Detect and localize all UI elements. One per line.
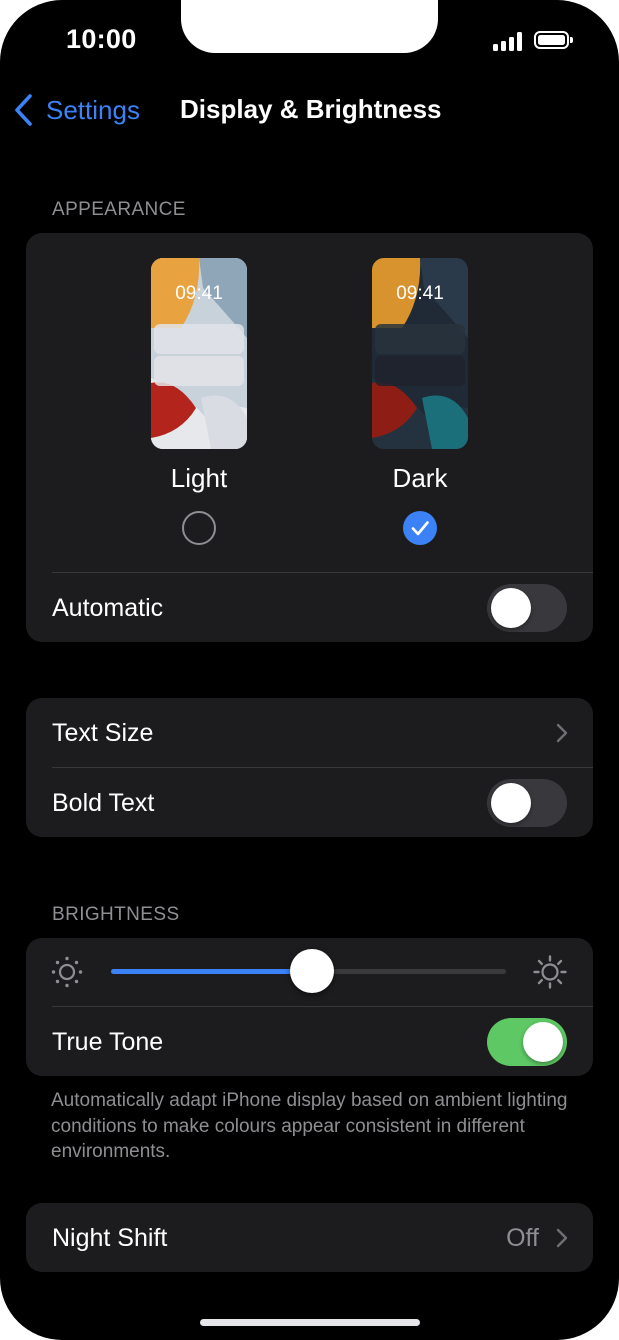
brightness-slider-fill bbox=[111, 969, 313, 974]
automatic-label: Automatic bbox=[52, 594, 164, 622]
status-time: 10:00 bbox=[66, 24, 137, 54]
dark-preview-widget bbox=[375, 356, 465, 386]
automatic-toggle[interactable] bbox=[487, 584, 567, 632]
dark-mode-radio[interactable] bbox=[403, 511, 437, 545]
true-tone-description: Automatically adapt iPhone display based… bbox=[51, 1090, 568, 1162]
dark-mode-label: Dark bbox=[392, 463, 448, 493]
divider bbox=[52, 1006, 593, 1007]
sun-min-icon bbox=[51, 956, 83, 988]
appearance-section-header: APPEARANCE bbox=[52, 199, 186, 220]
sun-max-icon bbox=[533, 955, 567, 989]
true-tone-toggle[interactable] bbox=[487, 1018, 567, 1066]
divider bbox=[52, 767, 593, 768]
light-preview-widget bbox=[154, 324, 244, 354]
battery-icon bbox=[534, 31, 573, 49]
chevron-left-icon bbox=[15, 94, 32, 126]
bold-text-label: Bold Text bbox=[52, 789, 155, 817]
page-title: Display & Brightness bbox=[180, 94, 442, 124]
cellular-signal-icon bbox=[493, 31, 525, 51]
light-mode-preview[interactable]: 09:41 bbox=[151, 258, 247, 449]
checkmark-icon bbox=[411, 521, 429, 536]
text-settings-group: Text Size Bold Text bbox=[26, 698, 593, 837]
brightness-group: True Tone bbox=[26, 938, 593, 1076]
text-size-label: Text Size bbox=[52, 719, 154, 747]
light-mode-label: Light bbox=[170, 463, 228, 493]
dark-preview-widget bbox=[375, 324, 465, 354]
night-shift-row[interactable]: Night Shift Off bbox=[26, 1203, 593, 1272]
dark-preview-time: 09:41 bbox=[396, 283, 444, 304]
home-indicator bbox=[200, 1319, 420, 1326]
brightness-slider-thumb[interactable] bbox=[290, 949, 335, 993]
chevron-right-icon bbox=[556, 723, 568, 743]
night-shift-value: Off bbox=[506, 1224, 539, 1252]
light-mode-radio[interactable] bbox=[182, 511, 216, 545]
brightness-section-header: BRIGHTNESS bbox=[52, 904, 180, 925]
back-button-label: Settings bbox=[46, 94, 140, 125]
phone-screen: 10:00 Settings Display & Brightness APPE… bbox=[0, 0, 619, 1340]
light-preview-widget bbox=[154, 356, 244, 386]
night-shift-label: Night Shift bbox=[52, 1224, 168, 1252]
bold-text-toggle[interactable] bbox=[487, 779, 567, 827]
appearance-group: 09:41 Light 09:41 Dark Automatic bbox=[26, 233, 593, 642]
text-size-row[interactable]: Text Size bbox=[26, 698, 593, 767]
chevron-right-icon bbox=[556, 1228, 568, 1248]
back-button[interactable]: Settings bbox=[12, 91, 140, 129]
light-preview-time: 09:41 bbox=[175, 283, 223, 304]
dark-mode-preview[interactable]: 09:41 bbox=[372, 258, 468, 449]
notch bbox=[181, 0, 438, 53]
divider bbox=[52, 572, 593, 573]
true-tone-label: True Tone bbox=[52, 1028, 164, 1056]
